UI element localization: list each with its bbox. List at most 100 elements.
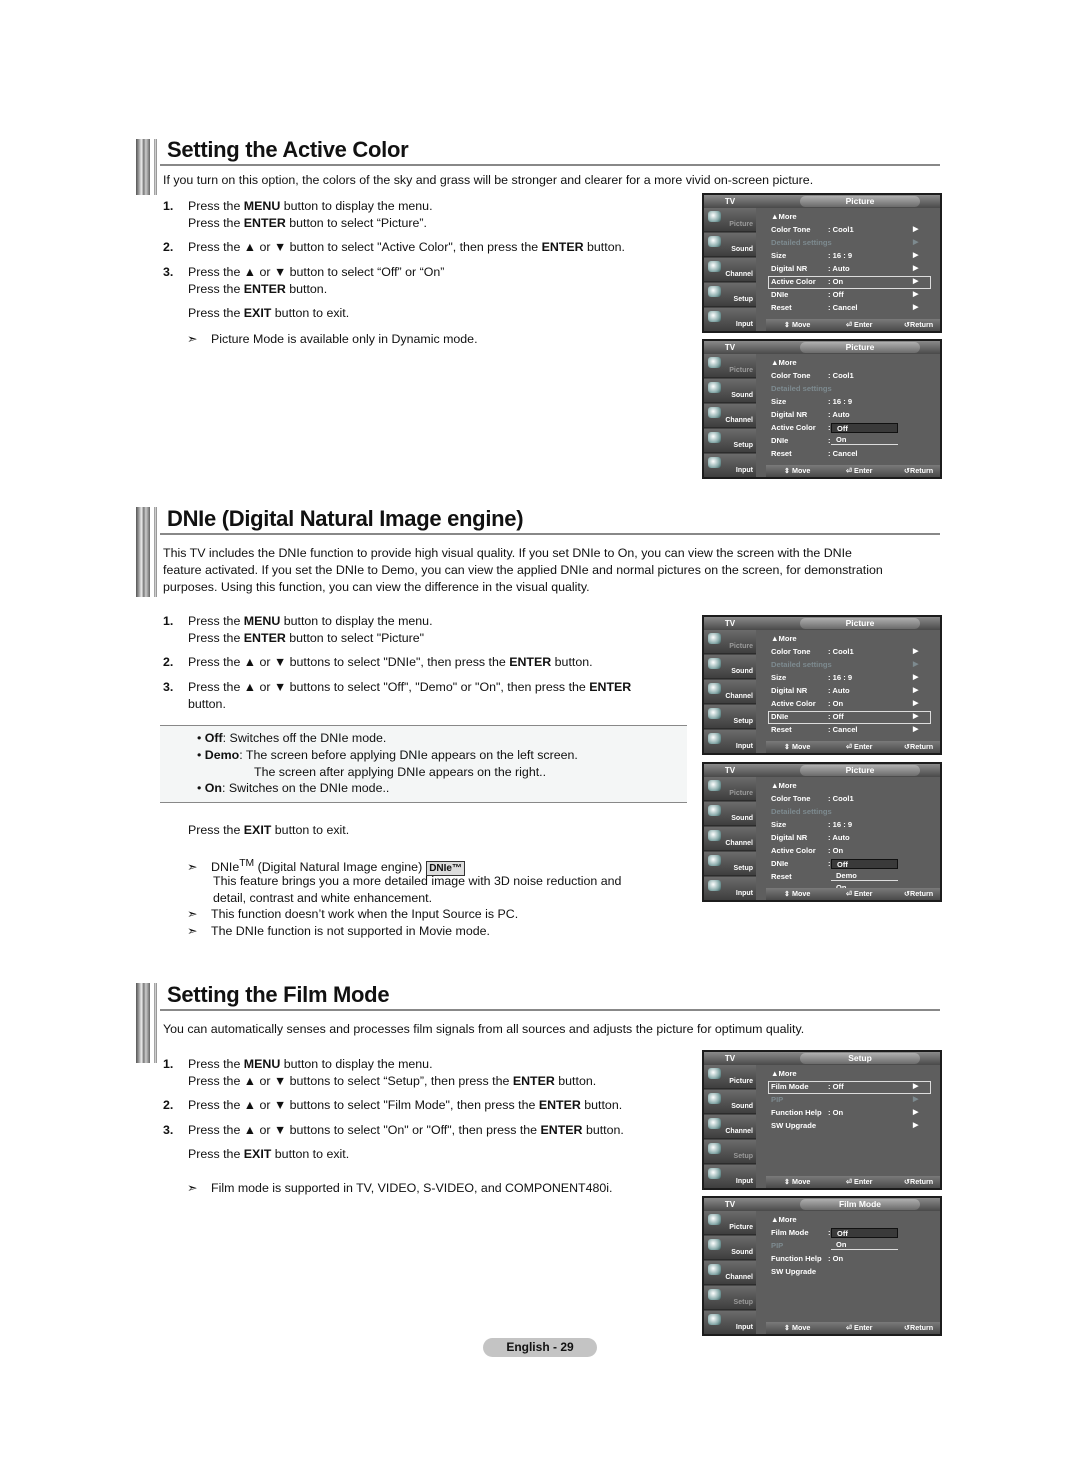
menu-row-value: : 16 : 9 <box>828 397 853 406</box>
sidebar-item-setup[interactable]: Setup <box>704 1140 756 1164</box>
sidebar-item-label: Sound <box>731 815 753 822</box>
note-arrow-icon: ➣ <box>187 907 198 921</box>
exit-instruction: Press the EXIT button to exit. <box>188 1147 350 1161</box>
dropdown-option-on[interactable]: On <box>831 1240 898 1250</box>
menu-row-label: Digital NR <box>771 686 808 695</box>
sidebar-item-input[interactable]: Input <box>704 454 756 477</box>
sidebar-item-input[interactable]: Input <box>704 308 756 331</box>
menu-row-value: : 16 : 9 <box>828 820 853 829</box>
tv-menu-screen: TV Picture Picture Sound Channel Setup Input ▲M… <box>702 762 942 902</box>
sidebar-item-input[interactable]: Input <box>704 730 756 753</box>
sidebar-item-input[interactable]: Input <box>704 877 756 900</box>
sidebar-item-setup[interactable]: Setup <box>704 429 756 453</box>
menu-sidebar: Picture Sound Channel Setup Input <box>704 777 756 900</box>
sidebar-item-label: Sound <box>731 392 753 399</box>
chevron-right-icon: ▶ <box>913 726 919 733</box>
dropdown-option-off[interactable]: Off <box>831 859 898 869</box>
section-intro: You can automatically senses and process… <box>163 1022 805 1036</box>
menu-row-label: PIP <box>771 1241 784 1250</box>
step-text: Press the MENU button to display the men… <box>188 614 433 645</box>
sidebar-item-channel[interactable]: Channel <box>704 827 756 851</box>
menu-sidebar: Picture Sound Channel Setup Input <box>704 630 756 753</box>
menu-header: TV Picture <box>704 195 940 208</box>
step-number: 2. <box>163 240 174 254</box>
sidebar-item-channel[interactable]: Channel <box>704 1261 756 1285</box>
sidebar-item-channel[interactable]: Channel <box>704 1115 756 1139</box>
menu-row-label: ▲More <box>771 1069 797 1078</box>
menu-row-label: Reset <box>771 303 792 312</box>
section-rule <box>160 1009 940 1011</box>
sidebar-item-picture[interactable]: Picture <box>704 354 756 378</box>
menu-header: TV Picture <box>704 341 940 354</box>
menu-footer: ⇕ Move ⏎ Enter ↺Return <box>766 319 940 331</box>
setup-icon <box>708 855 721 866</box>
picture-icon <box>708 357 721 368</box>
sidebar-item-label: Picture <box>729 790 753 797</box>
sidebar-item-sound[interactable]: Sound <box>704 379 756 403</box>
sidebar-item-picture[interactable]: Picture <box>704 208 756 232</box>
sidebar-item-channel[interactable]: Channel <box>704 404 756 428</box>
menu-row-label: SW Upgrade <box>771 1121 817 1130</box>
sidebar-item-label: Picture <box>729 1224 753 1231</box>
sidebar-item-picture[interactable]: Picture <box>704 777 756 801</box>
chevron-right-icon: ▶ <box>913 700 919 707</box>
menu-title: Film Mode <box>800 1199 920 1210</box>
page-number: English - 29 <box>483 1338 597 1357</box>
sidebar-item-sound[interactable]: Sound <box>704 655 756 679</box>
sidebar-item-picture[interactable]: Picture <box>704 1211 756 1235</box>
menu-row-label: ▲More <box>771 212 797 221</box>
sidebar-item-label: Input <box>735 321 753 328</box>
picture-icon <box>708 1214 721 1225</box>
menu-row-value: : On <box>828 699 844 708</box>
menu-row-label: Detailed settings <box>771 660 832 669</box>
sidebar-item-label: Channel <box>725 840 753 847</box>
dnie-option: • On: Switches on the DNIe mode.. <box>197 781 390 795</box>
sidebar-item-label: Channel <box>725 1274 753 1281</box>
sidebar-item-label: Channel <box>725 693 753 700</box>
sidebar-item-sound[interactable]: Sound <box>704 1236 756 1260</box>
enter-hint: ⏎ Enter <box>846 742 873 751</box>
menu-row-label: ▲More <box>771 358 797 367</box>
dnie-option: The screen after applying DNIe appears o… <box>254 765 547 779</box>
return-hint: ↺Return <box>904 466 934 475</box>
sidebar-item-sound[interactable]: Sound <box>704 1090 756 1114</box>
tv-label: TV <box>724 343 736 352</box>
section-bar <box>136 507 157 597</box>
sidebar-item-setup[interactable]: Setup <box>704 852 756 876</box>
sidebar-item-picture[interactable]: Picture <box>704 1065 756 1089</box>
chevron-right-icon: ▶ <box>913 661 919 668</box>
sidebar-item-setup[interactable]: Setup <box>704 705 756 729</box>
return-hint: ↺Return <box>904 742 934 751</box>
return-hint: ↺Return <box>904 889 934 898</box>
sidebar-item-setup[interactable]: Setup <box>704 1286 756 1310</box>
menu-sidebar: Picture Sound Channel Setup Input <box>704 1065 756 1188</box>
menu-row-value: : Cool1 <box>828 371 854 380</box>
sidebar-item-label: Setup <box>733 865 753 872</box>
return-hint: ↺Return <box>904 1323 934 1332</box>
sidebar-item-sound[interactable]: Sound <box>704 233 756 257</box>
dropdown-option-off[interactable]: Off <box>831 423 898 433</box>
sound-icon <box>708 382 721 393</box>
sidebar-item-setup[interactable]: Setup <box>704 283 756 307</box>
menu-row-value: : On <box>828 846 844 855</box>
menu-sidebar: Picture Sound Channel Setup Input <box>704 208 756 331</box>
sidebar-item-input[interactable]: Input <box>704 1165 756 1188</box>
dropdown-option-demo[interactable]: Demo <box>831 871 898 881</box>
sidebar-item-channel[interactable]: Channel <box>704 680 756 704</box>
enter-hint: ⏎ Enter <box>846 1177 873 1186</box>
step-number: 1. <box>163 199 174 213</box>
input-icon <box>708 1168 721 1179</box>
menu-row-value: : Off <box>828 290 844 299</box>
menu-row-value: : Cool1 <box>828 225 854 234</box>
chevron-right-icon: ▶ <box>913 291 919 298</box>
chevron-right-icon: ▶ <box>913 1109 919 1116</box>
sidebar-item-picture[interactable]: Picture <box>704 630 756 654</box>
sidebar-item-sound[interactable]: Sound <box>704 802 756 826</box>
note-item: This feature brings you a more detailed … <box>213 874 622 888</box>
dropdown-option-off[interactable]: Off <box>831 1228 898 1238</box>
menu-title: Picture <box>800 342 920 353</box>
sidebar-item-input[interactable]: Input <box>704 1311 756 1334</box>
menu-header: TV Film Mode <box>704 1198 940 1211</box>
sidebar-item-channel[interactable]: Channel <box>704 258 756 282</box>
dropdown-option-on[interactable]: On <box>831 435 898 445</box>
